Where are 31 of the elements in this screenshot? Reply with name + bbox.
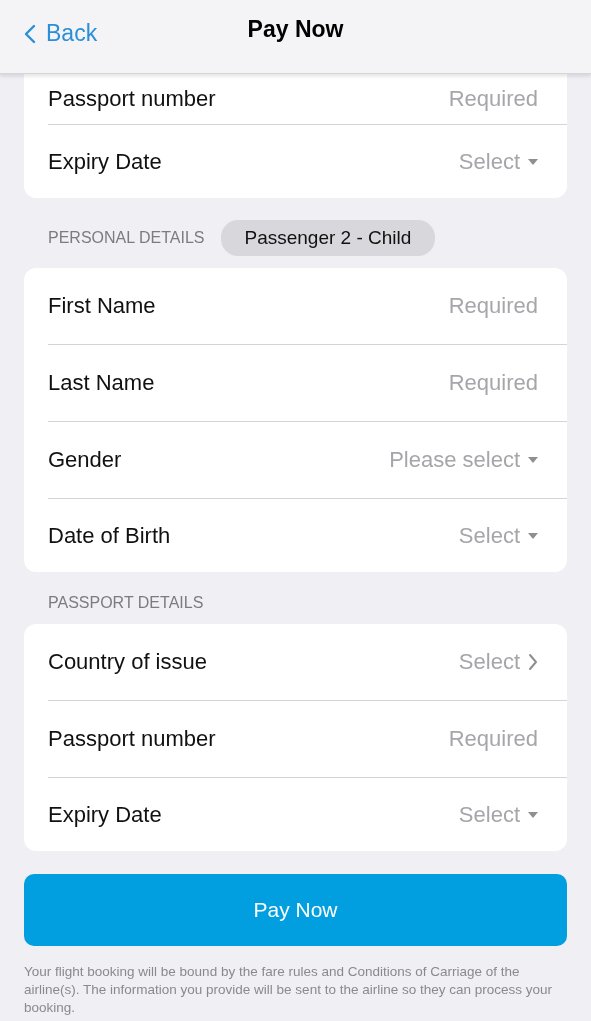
passenger-badge: Passenger 2 - Child: [220, 220, 436, 256]
input-field[interactable]: Required: [338, 293, 538, 319]
page-title: Pay Now: [247, 16, 344, 43]
field-label: First Name: [48, 293, 156, 319]
section-heading: PERSONAL DETAILS: [48, 229, 205, 247]
field-label: Date of Birth: [48, 522, 171, 549]
select-dropdown[interactable]: Select: [458, 801, 538, 828]
field-label: Passport number: [48, 86, 216, 112]
field-label: Expiry Date: [48, 801, 162, 828]
caret-down-icon: [528, 158, 538, 165]
caret-down-icon: [528, 532, 538, 539]
select-dropdown[interactable]: Select: [458, 148, 538, 175]
field-label: Country of issue: [48, 649, 207, 675]
select-dropdown[interactable]: Select: [458, 522, 538, 549]
field-label: Expiry Date: [48, 148, 162, 175]
field-label: Gender: [48, 447, 122, 473]
section-heading: PASSPORT DETAILS: [48, 594, 204, 612]
pay-now-button[interactable]: Pay Now: [24, 874, 567, 946]
caret-down-icon: [528, 457, 538, 463]
select-picker[interactable]: Select: [458, 649, 538, 675]
disclaimer-text: Your flight booking will be bound by the fare rules and Conditions of Carriage of the airline(s). The information you provide will be sent to the airline so they can process your booking.: [24, 963, 553, 1017]
input-field[interactable]: Required: [338, 726, 538, 752]
chevron-right-icon: [528, 653, 538, 671]
chevron-left-icon: [24, 23, 36, 44]
select-dropdown[interactable]: Please select: [389, 447, 538, 473]
input-field[interactable]: Required: [338, 370, 538, 396]
field-label: Passport number: [48, 726, 216, 752]
caret-down-icon: [528, 811, 538, 818]
back-link[interactable]: Back: [24, 20, 98, 47]
input-field[interactable]: Required: [338, 86, 538, 112]
field-label: Last Name: [48, 370, 155, 396]
